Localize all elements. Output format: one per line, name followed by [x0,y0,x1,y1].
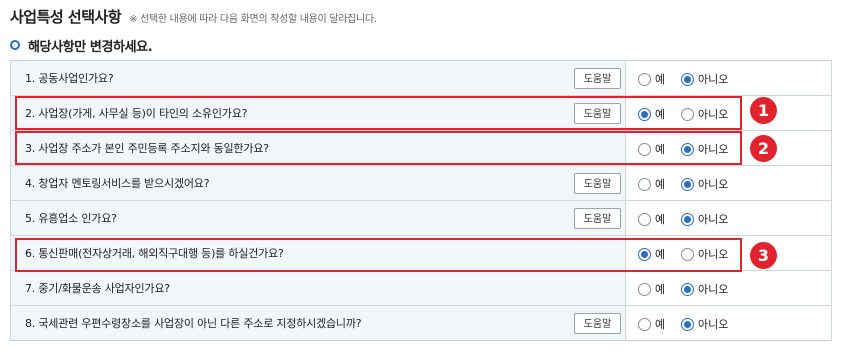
radio-yes[interactable] [638,317,651,331]
question-text: 5. 유흥업소 인가요? [25,212,117,225]
radio-yes[interactable] [638,72,651,86]
option-label-no: 아니오 [698,178,729,191]
option-label-yes: 예 [655,73,666,86]
question-cell: 7. 중기/화물운송 사업자인가요? [10,271,626,305]
help-button[interactable]: 도움말 [574,173,621,194]
question-row: 8. 국세관련 우편수령장소를 사업장이 아닌 다른 주소로 지정하시겠습니까?… [10,306,832,341]
option-yes[interactable]: 예 [638,176,665,192]
option-label-no: 아니오 [698,73,729,86]
radio-no[interactable] [681,177,694,191]
help-button[interactable]: 도움말 [574,208,621,229]
question-cell: 1. 공동사업인가요? 도움말 [10,61,626,95]
help-button[interactable]: 도움말 [574,68,621,89]
option-no[interactable]: 아니오 [681,71,728,87]
radio-no[interactable] [681,212,694,226]
radio-yes[interactable] [638,177,651,191]
highlight-box-2 [15,131,742,165]
radio-no[interactable] [681,317,694,331]
question-cell: 4. 창업자 멘토링서비스를 받으시겠어요? 도움말 [10,166,626,200]
answer-cell: 예 아니오 [626,166,832,200]
question-row: 4. 창업자 멘토링서비스를 받으시겠어요? 도움말 예 아니오 [10,166,832,201]
question-text: 4. 창업자 멘토링서비스를 받으시겠어요? [25,177,210,190]
question-cell: 5. 유흥업소 인가요? 도움말 [10,201,626,235]
option-label-no: 아니오 [698,213,729,226]
option-label-no: 아니오 [698,318,729,331]
question-row: 5. 유흥업소 인가요? 도움말 예 아니오 [10,201,832,236]
help-button[interactable]: 도움말 [574,313,621,334]
option-no[interactable]: 아니오 [681,316,728,332]
option-label-yes: 예 [655,283,666,296]
annotation-badge-3: 3 [750,242,777,269]
section-header: 해당사항만 변경하세요. [10,36,153,55]
page-note: ※ 선택한 내용에 따라 다음 화면의 작성할 내용이 달라집니다. [129,14,377,25]
page-header: 사업특성 선택사항 ※ 선택한 내용에 따라 다음 화면의 작성할 내용이 달라… [10,6,377,28]
question-text: 8. 국세관련 우편수령장소를 사업장이 아닌 다른 주소로 지정하시겠습니까? [25,317,362,330]
question-text: 7. 중기/화물운송 사업자인가요? [25,282,170,295]
annotation-badge-1: 1 [750,97,777,124]
question-text: 1. 공동사업인가요? [25,72,114,85]
option-label-yes: 예 [655,213,666,226]
question-row: 7. 중기/화물운송 사업자인가요? 예 아니오 [10,271,832,306]
option-no[interactable]: 아니오 [681,211,728,227]
annotation-badge-2: 2 [750,135,777,162]
radio-no[interactable] [681,72,694,86]
circle-bullet-icon [10,40,20,50]
option-yes[interactable]: 예 [638,71,665,87]
answer-cell: 예 아니오 [626,271,832,305]
highlight-box-3 [15,238,742,272]
question-cell: 8. 국세관련 우편수령장소를 사업장이 아닌 다른 주소로 지정하시겠습니까?… [10,306,626,340]
option-no[interactable]: 아니오 [681,281,728,297]
option-yes[interactable]: 예 [638,211,665,227]
radio-yes[interactable] [638,282,651,296]
option-label-yes: 예 [655,318,666,331]
option-label-no: 아니오 [698,283,729,296]
option-yes[interactable]: 예 [638,316,665,332]
answer-cell: 예 아니오 [626,306,832,340]
radio-yes[interactable] [638,212,651,226]
answer-cell: 예 아니오 [626,201,832,235]
question-row: 1. 공동사업인가요? 도움말 예 아니오 [10,61,832,96]
option-label-yes: 예 [655,178,666,191]
section-subtitle: 해당사항만 변경하세요. [28,39,153,55]
page-title: 사업특성 선택사항 [10,8,122,26]
answer-cell: 예 아니오 [626,61,832,95]
option-yes[interactable]: 예 [638,281,665,297]
option-no[interactable]: 아니오 [681,176,728,192]
radio-no[interactable] [681,282,694,296]
highlight-box-1 [15,96,742,130]
